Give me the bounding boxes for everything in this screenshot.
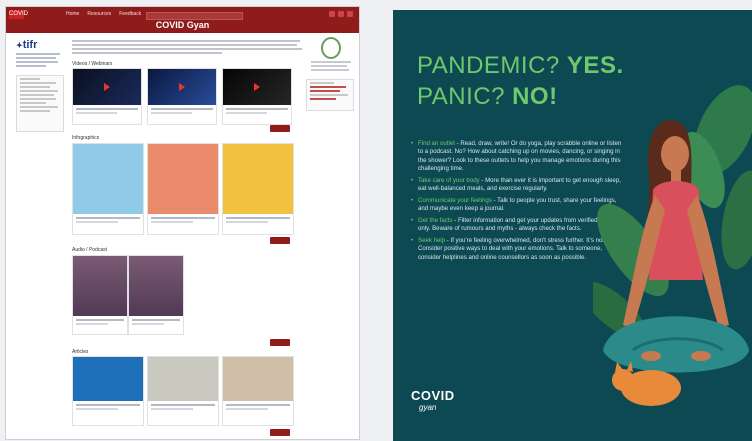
intro-paragraph [72, 38, 302, 56]
article-thumbnail[interactable] [73, 357, 143, 401]
infographic-thumbnail[interactable] [148, 144, 218, 214]
tifr-description [16, 53, 62, 67]
view-more-infographics-button[interactable] [270, 237, 290, 244]
section-videos-label: Videos / Webinars [72, 61, 113, 67]
video-thumbnail[interactable] [148, 69, 216, 105]
section-audio-label: Audio / Podcast [72, 247, 108, 253]
website-screenshot: COVID Home Resources Feedback COVID Gyan… [5, 6, 360, 440]
video-thumbnail[interactable] [73, 69, 141, 105]
play-icon[interactable] [104, 83, 110, 91]
section-articles-label: Articles [72, 349, 89, 355]
infographic-thumbnail[interactable] [73, 144, 143, 214]
face [661, 136, 689, 172]
view-more-videos-button[interactable] [270, 125, 290, 132]
tifr-star-icon: ✦ [16, 41, 23, 50]
partner-logo-icon [321, 37, 341, 59]
podcast-thumbnail[interactable] [129, 256, 183, 316]
view-more-audio-button[interactable] [270, 339, 290, 346]
infographic-card[interactable] [147, 143, 219, 235]
poster: PANDEMIC? YES. PANIC? NO! Find an outlet… [393, 10, 752, 441]
article-card[interactable] [147, 356, 219, 426]
video-thumbnail[interactable] [223, 69, 291, 105]
view-more-articles-button[interactable] [270, 429, 290, 436]
youtube-icon[interactable] [347, 11, 353, 17]
article-card[interactable] [222, 356, 294, 426]
nav-resources[interactable]: Resources [87, 11, 111, 17]
virus-icon: COVID [411, 388, 455, 403]
podcast-card[interactable] [72, 255, 128, 335]
podcast-card[interactable] [128, 255, 184, 335]
article-card[interactable] [72, 356, 144, 426]
infographic-thumbnail[interactable] [223, 144, 293, 214]
site-title: COVID Gyan [155, 20, 210, 30]
article-thumbnail[interactable] [223, 357, 293, 401]
header-icons [329, 11, 353, 17]
sidebar-box-left [16, 75, 64, 132]
partner-logo-block [311, 37, 351, 85]
video-card[interactable] [72, 68, 142, 125]
video-card[interactable] [147, 68, 217, 125]
search-input[interactable] [146, 12, 243, 20]
play-icon[interactable] [179, 83, 185, 91]
site-nav: Home Resources Feedback [66, 11, 141, 17]
infographic-card[interactable] [222, 143, 294, 235]
twitter-icon[interactable] [338, 11, 344, 17]
video-card[interactable] [222, 68, 292, 125]
sidebar-box-right [306, 79, 354, 111]
play-icon[interactable] [254, 83, 260, 91]
nav-feedback[interactable]: Feedback [119, 11, 141, 17]
tifr-logo: ✦tifr [16, 39, 38, 51]
infographic-card[interactable] [72, 143, 144, 235]
podcast-thumbnail[interactable] [73, 256, 127, 316]
site-header: COVID Home Resources Feedback COVID Gyan [6, 7, 359, 33]
covid-gyan-logo: COVID gyan [411, 388, 455, 412]
nav-home[interactable]: Home [66, 11, 79, 17]
covid-logo[interactable]: COVID [9, 10, 28, 19]
article-thumbnail[interactable] [148, 357, 218, 401]
section-infographics-label: Infographics [72, 135, 100, 141]
meditating-woman-illustration [593, 85, 752, 406]
facebook-icon[interactable] [329, 11, 335, 17]
